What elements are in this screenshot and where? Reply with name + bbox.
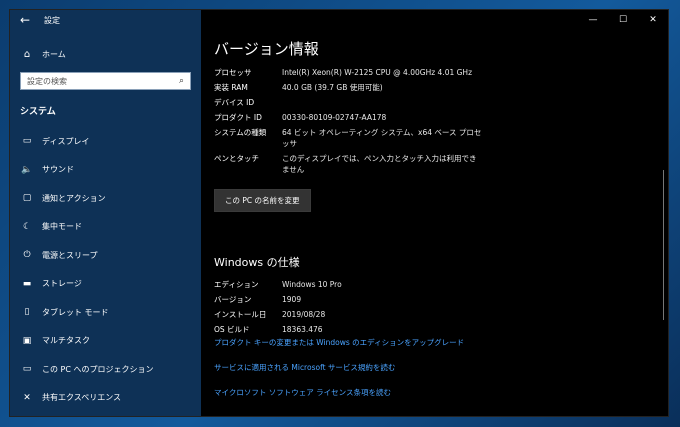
spec-value: Windows 10 Pro [282,280,342,289]
info-value: 00330-80109-02747-AA178 [282,113,387,122]
sidebar-item-label: この PC へのプロジェクション [42,364,154,374]
app-title: 設定 [44,15,60,25]
windows-spec-title: Windows の仕様 [214,256,300,269]
maximize-button[interactable]: ☐ [608,10,638,30]
sidebar-item-label: タブレット モード [42,307,109,317]
spec-row-install-date: インストール日 2019/08/28 [214,309,654,320]
link-license-terms[interactable]: マイクロソフト ソフトウェア ライセンス条項を読む [214,387,654,398]
focus-assist-icon: ☾ [22,221,32,232]
sidebar-item-label: マルチタスク [42,336,90,346]
rename-pc-button[interactable]: この PC の名前を変更 [214,189,311,212]
info-row-system-type: システムの種類 64 ビット オペレーティング システム、x64 ベース プロセ… [214,127,654,149]
links: プロダクト キーの変更または Windows のエディションをアップグレード サ… [214,337,654,398]
tablet-icon: ▯ [24,307,30,318]
info-row-processor: プロセッサ Intel(R) Xeon(R) W-2125 CPU @ 4.00… [214,67,654,78]
spec-value: 1909 [282,295,302,304]
spec-row-edition: エディション Windows 10 Pro [214,279,654,290]
info-key: ペンとタッチ [214,154,259,163]
sidebar-item-label: 共有エクスペリエンス [42,393,122,403]
sidebar-item-label: 電源とスリープ [42,250,98,260]
sidebar-item-notifications[interactable]: ▢ 通知とアクション [10,184,201,213]
info-key: システムの種類 [214,128,267,137]
titlebar-left: ← 設定 [10,10,201,30]
sidebar-item-power-sleep[interactable]: ⏻ 電源とスリープ [10,241,201,270]
sidebar-item-focus-assist[interactable]: ☾ 集中モード [10,213,201,242]
spec-key: インストール日 [214,310,267,319]
window-controls: — ☐ ✕ [578,10,668,30]
sidebar-item-label: サウンド [42,165,74,175]
storage-icon: ▬ [22,278,32,289]
search-input[interactable] [27,76,179,86]
sidebar-item-label: ストレージ [42,279,82,289]
sidebar-item-sound[interactable]: 🔈 サウンド [10,156,201,185]
power-icon: ⏻ [23,250,31,261]
section-title: システム [20,107,56,117]
home-label: ホーム [42,49,66,59]
spec-row-os-build: OS ビルド 18363.476 [214,324,654,335]
about-content: バージョン情報 プロセッサ Intel(R) Xeon(R) W-2125 CP… [214,38,654,412]
info-key: プロセッサ [214,68,252,77]
nav-list: ▭ ディスプレイ 🔈 サウンド ▢ 通知とアクション ☾ 集中モード ⏻ 電源と… [10,127,201,412]
multitask-icon: ▣ [22,335,32,346]
sidebar: ← 設定 ⌂ ホーム ⌕ システム ▭ ディスプレイ 🔈 サウンド ▢ 通知とア… [10,10,201,416]
info-value: Intel(R) Xeon(R) W-2125 CPU @ 4.00GHz 4.… [282,68,473,77]
spec-key: OS ビルド [214,325,250,334]
sidebar-item-tablet-mode[interactable]: ▯ タブレット モード [10,298,201,327]
minimize-button[interactable]: — [578,10,608,30]
spec-key: エディション [214,280,259,289]
info-row-device-id: デバイス ID [214,97,654,108]
scrollbar[interactable] [663,170,664,320]
sidebar-item-label: 通知とアクション [42,193,106,203]
spec-value: 2019/08/28 [282,310,326,319]
display-icon: ▭ [22,136,32,147]
spec-value: 18363.476 [282,325,323,334]
info-key: デバイス ID [214,98,255,107]
home-nav[interactable]: ⌂ ホーム [10,42,201,66]
link-service-agreement[interactable]: サービスに適用される Microsoft サービス規約を読む [214,362,654,373]
info-value [282,97,482,108]
info-row-product-id: プロダクト ID 00330-80109-02747-AA178 [214,112,654,123]
sidebar-item-label: ディスプレイ [42,136,90,146]
sidebar-item-display[interactable]: ▭ ディスプレイ [10,127,201,156]
search-box[interactable]: ⌕ [20,72,191,90]
notification-icon: ▢ [22,193,32,204]
shared-experience-icon: ✕ [23,392,31,403]
info-row-pen-touch: ペンとタッチ このディスプレイでは、ペン入力とタッチ入力は利用できません [214,153,654,175]
sound-icon: 🔈 [21,164,33,175]
info-key: プロダクト ID [214,113,262,122]
sidebar-item-multitasking[interactable]: ▣ マルチタスク [10,327,201,356]
windows-spec-section: Windows の仕様 エディション Windows 10 Pro バージョン … [214,254,654,398]
content-pane: — ☐ ✕ バージョン情報 プロセッサ Intel(R) Xeon(R) W-2… [201,10,668,416]
back-button[interactable]: ← [10,10,40,30]
info-value: このディスプレイでは、ペン入力とタッチ入力は利用できません [282,154,477,174]
info-row-ram: 実装 RAM 40.0 GB (39.7 GB 使用可能) [214,82,654,93]
info-value: 40.0 GB (39.7 GB 使用可能) [282,83,383,92]
info-key: 実装 RAM [214,83,248,92]
close-button[interactable]: ✕ [638,10,668,30]
search-icon[interactable]: ⌕ [179,76,184,86]
sidebar-item-label: 集中モード [42,222,82,232]
settings-window: ← 設定 ⌂ ホーム ⌕ システム ▭ ディスプレイ 🔈 サウンド ▢ 通知とア… [10,10,668,416]
info-value: 64 ビット オペレーティング システム、x64 ベース プロセッサ [282,128,482,148]
sidebar-item-storage[interactable]: ▬ ストレージ [10,270,201,299]
spec-key: バージョン [214,295,252,304]
home-icon: ⌂ [23,48,31,60]
sidebar-item-projection[interactable]: ▭ この PC へのプロジェクション [10,355,201,384]
version-info-title: バージョン情報 [214,40,319,58]
link-change-product-key[interactable]: プロダクト キーの変更または Windows のエディションをアップグレード [214,337,654,348]
spec-row-version: バージョン 1909 [214,294,654,305]
projection-icon: ▭ [22,364,32,375]
sidebar-item-shared-experiences[interactable]: ✕ 共有エクスペリエンス [10,384,201,413]
